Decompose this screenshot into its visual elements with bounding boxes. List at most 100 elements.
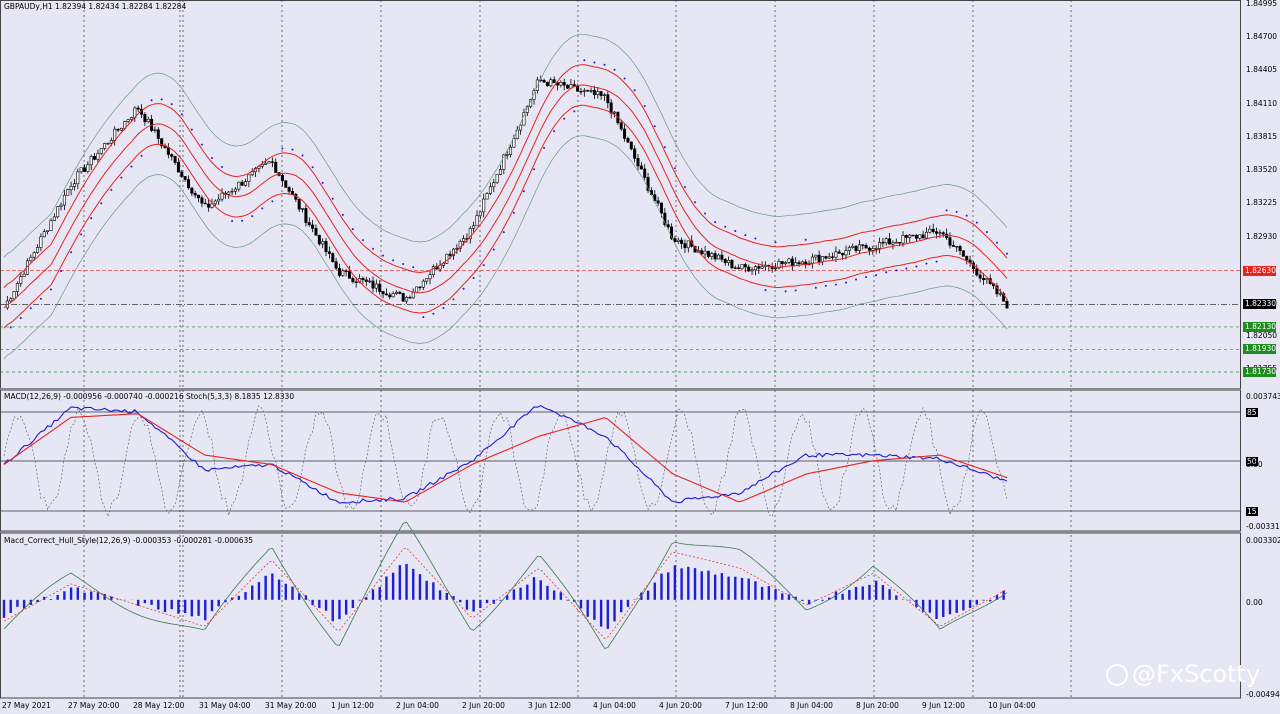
hull-histogram-bar <box>801 599 804 601</box>
sar-dot <box>522 190 525 193</box>
hull-histogram-bar <box>928 599 932 613</box>
candle-body <box>56 206 60 218</box>
macd-tick: 0.00 <box>1246 460 1263 469</box>
candle-body <box>116 128 120 131</box>
hull-histogram-bar <box>425 580 428 600</box>
candle-body <box>639 165 643 170</box>
hull-histogram-bar <box>620 599 623 613</box>
candle-body <box>579 90 583 93</box>
hull-histogram-bar <box>807 599 811 605</box>
hull-histogram-bar <box>217 599 220 607</box>
hull-histogram-bar <box>593 599 596 620</box>
candle-body <box>46 230 50 232</box>
candle-body <box>495 174 499 183</box>
candle-body <box>418 286 422 289</box>
candle-body <box>213 200 217 205</box>
candle-body <box>720 254 724 260</box>
candle-body <box>129 117 133 120</box>
candle-body <box>847 247 851 251</box>
candle-body <box>217 198 221 202</box>
sar-dot <box>683 186 686 189</box>
sar-dot <box>160 98 163 101</box>
sar-dot <box>764 289 767 292</box>
sar-dot <box>714 221 717 224</box>
hull-histogram-bar <box>854 586 858 600</box>
hull-histogram-bar <box>378 587 381 600</box>
candle-body <box>317 234 321 245</box>
candle-body <box>733 267 737 269</box>
candle-body <box>717 254 721 260</box>
candle-body <box>176 162 180 173</box>
candle-body <box>814 254 818 258</box>
time-tick: 2 Jun 20:00 <box>462 701 505 710</box>
hull-histogram-bar <box>613 599 616 622</box>
hull-histogram-bar <box>781 593 784 600</box>
hull-histogram-bar <box>351 599 355 608</box>
candle-body <box>965 256 969 261</box>
candle-body <box>505 154 509 156</box>
hull-histogram-bar <box>895 595 898 600</box>
time-tick: 3 Jun 12:00 <box>528 701 571 710</box>
sar-dot <box>865 276 868 279</box>
candle-body <box>83 167 87 172</box>
candle-body <box>247 174 251 182</box>
hull-histogram-bar <box>479 599 482 608</box>
candle-body <box>800 261 804 265</box>
hull-histogram-bar <box>908 599 911 601</box>
price-badge: 1.82130 <box>1243 321 1277 332</box>
candle-body <box>374 283 378 289</box>
hull-histogram-bar <box>459 599 462 603</box>
candle-body <box>76 171 80 185</box>
sar-dot <box>80 233 83 236</box>
candle-body <box>207 203 211 208</box>
price-tick: 1.82050 <box>1246 330 1278 340</box>
candle-body <box>737 267 741 269</box>
candle-body <box>170 154 174 157</box>
candle-body <box>324 241 328 253</box>
price-badge: 1.81730 <box>1243 367 1277 377</box>
hull-histogram-bar <box>982 599 985 601</box>
hull-histogram-bar <box>69 587 73 600</box>
candle-body <box>918 234 922 239</box>
candle-body <box>398 291 402 294</box>
hull-histogram-bar <box>157 599 160 610</box>
sar-dot <box>221 165 224 168</box>
hull-histogram-bar <box>291 586 294 600</box>
hull-histogram-bar <box>935 599 938 619</box>
candle-body <box>143 113 147 123</box>
grid-lines <box>83 0 1072 698</box>
candle-body <box>9 298 13 302</box>
candle-body <box>260 164 264 167</box>
symbol-header: GBPAUDy,H1 1.82394 1.82434 1.82284 1.822… <box>4 2 187 11</box>
hull-histogram-bar <box>626 599 630 607</box>
macd-tick: 15 <box>1246 507 1258 516</box>
sar-dot <box>130 165 133 168</box>
hull-histogram-bar <box>190 599 194 617</box>
candle-body <box>891 242 895 245</box>
sar-dot <box>321 181 324 184</box>
sar-dot <box>200 143 203 146</box>
sar-dot <box>704 212 707 215</box>
candle-body <box>908 234 912 238</box>
candle-body <box>428 274 432 280</box>
watermark-text: @FxScotty <box>1132 660 1261 688</box>
sar-dot <box>180 113 183 116</box>
time-tick: 7 Jun 12:00 <box>725 701 768 710</box>
hull-histogram-bar <box>244 592 247 600</box>
hull-histogram-bar <box>391 572 395 600</box>
candle-body <box>596 91 600 95</box>
price-badge: 1.82330 <box>1243 299 1277 310</box>
candle-body <box>146 118 150 123</box>
sar-dot <box>341 213 344 216</box>
price-tick: 1.82930 <box>1246 231 1278 241</box>
candle-body <box>676 239 680 242</box>
candle-body <box>633 148 637 159</box>
candle-body <box>364 279 368 282</box>
candle-body <box>351 278 355 283</box>
candle-body <box>59 204 63 207</box>
time-tick: 10 Jun 04:00 <box>988 701 1036 710</box>
candle-body <box>12 291 16 300</box>
candle-body <box>867 247 871 251</box>
candle-body <box>864 245 868 249</box>
candle-body <box>156 129 160 139</box>
